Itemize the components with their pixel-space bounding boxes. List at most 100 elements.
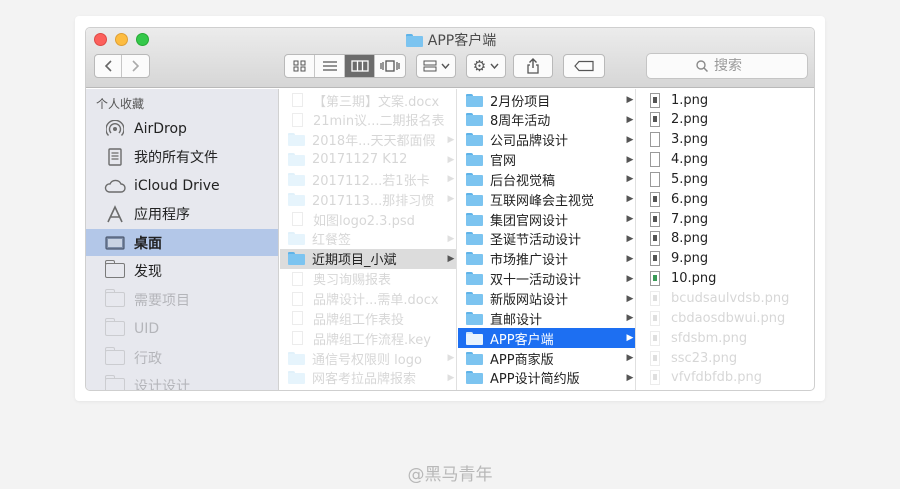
list-item-label: 2月份项目 (490, 94, 551, 110)
list-item[interactable]: 21min议...二期报名表 (280, 110, 456, 130)
sidebar-item-discover[interactable]: 发现 (86, 257, 278, 284)
list-item[interactable]: 集团官网设计 ▶ (458, 209, 635, 229)
sidebar-item-applications[interactable]: 应用程序 (86, 200, 278, 227)
list-item[interactable]: APP设计简约版 ▶ (458, 368, 635, 388)
sidebar-item-desktop[interactable]: 桌面 (86, 229, 278, 256)
list-item[interactable]: 8.png (637, 229, 814, 249)
list-item[interactable]: 圣诞节活动设计 ▶ (458, 229, 635, 249)
list-item[interactable]: 2月份项目 ▶ (458, 90, 635, 110)
sidebar-item-uid[interactable]: UID (86, 315, 278, 342)
list-item[interactable]: 6.png (637, 189, 814, 209)
list-item[interactable]: 双十一活动设计 ▶ (458, 269, 635, 289)
list-item[interactable]: bcudsaulvdsb.png (637, 289, 814, 309)
list-item[interactable]: 10.png (637, 269, 814, 289)
disclosure-arrow-icon: ▶ (626, 333, 634, 344)
list-item[interactable]: 互联网峰会主视觉 ▶ (458, 189, 635, 209)
coverflow-view-button[interactable] (375, 55, 405, 77)
list-item[interactable]: 9.png (637, 249, 814, 269)
folder-icon (288, 153, 305, 167)
disclosure-arrow-icon: ▶ (626, 372, 634, 383)
list-item[interactable]: 5.png (637, 169, 814, 189)
list-item[interactable]: 通信号权限则 logo ▶ (280, 348, 456, 368)
list-item[interactable]: 新版网站设计 ▶ (458, 289, 635, 309)
list-item[interactable]: 品牌组工作表投 (280, 308, 456, 328)
list-item[interactable]: 【第三期】文案.docx (280, 90, 456, 110)
tags-button[interactable] (563, 54, 605, 78)
sidebar-item-label: 应用程序 (134, 206, 190, 223)
share-button[interactable] (513, 54, 553, 78)
list-item[interactable]: 2017113...那排习惯 ▶ (280, 189, 456, 209)
sidebar-item-airdrop[interactable]: AirDrop (86, 115, 278, 142)
list-item[interactable]: 官网 ▶ (458, 150, 635, 170)
icon-view-button[interactable] (285, 55, 315, 77)
image-file-icon (650, 330, 660, 346)
list-item[interactable]: APP客户端 ▶ (458, 328, 635, 349)
column-view-button[interactable] (345, 55, 375, 77)
folder-icon (104, 260, 126, 280)
action-button[interactable]: ⚙ (466, 54, 506, 78)
list-item[interactable]: ssc23.png (637, 348, 814, 368)
folder-icon (466, 252, 483, 266)
list-item[interactable]: 1.png (637, 90, 814, 110)
list-item-label: 21min议...二期报名表 (313, 114, 445, 130)
sidebar-item-label: 行政 (134, 350, 162, 367)
applications-icon (104, 204, 126, 223)
sidebar-item-icloud-drive[interactable]: iCloud Drive (86, 172, 278, 199)
chevron-right-icon (131, 60, 139, 72)
list-item[interactable]: 4.png (637, 150, 814, 170)
list-item[interactable]: 7.png (637, 209, 814, 229)
image-file-icon (650, 112, 660, 128)
sidebar-item-project[interactable]: 需要项目 (86, 286, 278, 313)
image-file-icon (650, 231, 660, 247)
list-item[interactable]: 后台视觉稿 ▶ (458, 169, 635, 189)
list-item[interactable]: 网客考拉品牌报索 ▶ (280, 368, 456, 388)
list-item[interactable]: 公司品牌设计 ▶ (458, 130, 635, 150)
disclosure-arrow-icon: ▶ (626, 253, 634, 264)
sidebar-favorites-header: 个人收藏 (96, 97, 145, 111)
gear-icon: ⚙ (472, 57, 487, 75)
sidebar-item-design[interactable]: 设计设计 (86, 372, 278, 391)
arrange-button[interactable] (416, 54, 456, 78)
list-item[interactable]: 如图logo2.3.psd (280, 209, 456, 229)
list-item[interactable]: 3.png (637, 130, 814, 150)
image-file-icon (650, 271, 660, 287)
list-item[interactable]: 品牌组工作流程.key (280, 328, 456, 348)
list-item[interactable]: APP商家版 ▶ (458, 348, 635, 368)
back-button[interactable] (95, 55, 122, 77)
search-field[interactable] (646, 53, 808, 79)
folder-icon (466, 192, 483, 206)
list-item-label: 2.png (671, 112, 709, 128)
disclosure-arrow-icon: ▶ (626, 214, 634, 225)
list-item[interactable]: 2017112...若1张卡 ▶ (280, 169, 456, 189)
list-item[interactable]: 8周年活动 ▶ (458, 110, 635, 130)
list-item-label: 后台视觉稿 (490, 173, 556, 189)
folder-icon (288, 133, 305, 147)
list-item-label: 2017112...若1张卡 (312, 173, 430, 189)
list-view-button[interactable] (315, 55, 345, 77)
folder-icon (104, 347, 126, 367)
list-item-label: 直邮设计 (490, 312, 543, 328)
list-item[interactable]: vfvfdbfdb.png (637, 368, 814, 388)
list-item[interactable]: sfdsbm.png (637, 328, 814, 348)
list-item[interactable]: 奥习询赐报表 (280, 269, 456, 289)
list-item[interactable]: 2018年...天天都面假 ▶ (280, 130, 456, 150)
sidebar-item-all-files[interactable]: 我的所有文件 (86, 143, 278, 170)
list-item[interactable]: 近期项目_小斌 ▶ (280, 248, 456, 269)
list-item[interactable]: 红餐签 ▶ (280, 229, 456, 249)
list-item[interactable]: 直邮设计 ▶ (458, 308, 635, 328)
columns-icon (350, 60, 369, 72)
sidebar-item-admin[interactable]: 行政 (86, 344, 278, 371)
disclosure-arrow-icon: ▶ (626, 134, 634, 145)
forward-button[interactable] (122, 55, 149, 77)
disclosure-arrow-icon: ▶ (447, 194, 455, 205)
disclosure-arrow-icon: ▶ (626, 174, 634, 185)
list-item[interactable]: 市场推广设计 ▶ (458, 249, 635, 269)
list-item[interactable]: 2.png (637, 110, 814, 130)
image-file-icon (650, 350, 660, 366)
search-input[interactable] (714, 58, 758, 74)
list-item[interactable]: 品牌设计...需单.docx (280, 289, 456, 309)
list-item[interactable]: 20171127 K12 ▶ (280, 150, 456, 170)
list-item[interactable]: cbdaosdbwui.png (637, 308, 814, 328)
list-item-label: 【第三期】文案.docx (313, 94, 440, 110)
sidebar-item-label: 设计设计 (134, 378, 190, 391)
